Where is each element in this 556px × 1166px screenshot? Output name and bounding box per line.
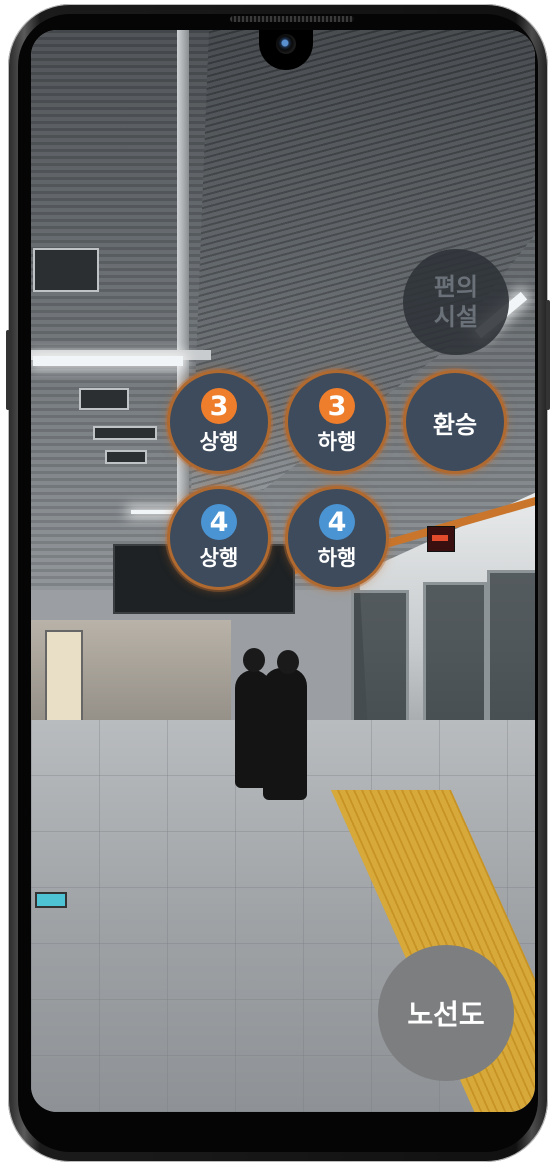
ceiling-vent (105, 450, 147, 464)
direction-label: 하행 (317, 430, 357, 454)
facilities-button[interactable]: 편의 시설 (403, 249, 509, 355)
line-3-badge-icon: 3 (319, 388, 355, 424)
ceiling-light (33, 356, 183, 366)
transfer-label: 환승 (432, 410, 478, 439)
line-3-up-button[interactable]: 3 상행 (167, 370, 271, 474)
facilities-label-line1: 편의 (433, 273, 479, 301)
transfer-button[interactable]: 환승 (403, 370, 507, 474)
ceiling-vent (79, 388, 129, 410)
ceiling-beam (177, 30, 189, 550)
ceiling-vent (33, 248, 99, 292)
camera-view-screen: 편의 시설 3 상행 3 하행 환승 4 상행 4 하행 노선도 (31, 30, 535, 1112)
floor-marker (35, 892, 67, 908)
camera-icon (276, 34, 296, 54)
poster (45, 630, 83, 726)
ceiling-vent (93, 426, 157, 440)
direction-label: 상행 (199, 546, 239, 570)
line-3-down-button[interactable]: 3 하행 (285, 370, 389, 474)
led-sign (427, 526, 455, 552)
power-button (546, 300, 550, 410)
earpiece-speaker (230, 16, 354, 22)
line-4-badge-icon: 4 (319, 504, 355, 540)
volume-button (6, 330, 10, 410)
line-4-up-button[interactable]: 4 상행 (167, 486, 271, 590)
person (263, 668, 307, 800)
line-4-badge-icon: 4 (201, 504, 237, 540)
route-map-button[interactable]: 노선도 (378, 945, 514, 1081)
direction-label: 상행 (199, 430, 239, 454)
person-head (277, 650, 299, 674)
direction-label: 하행 (317, 546, 357, 570)
line-4-down-button[interactable]: 4 하행 (285, 486, 389, 590)
line-3-badge-icon: 3 (201, 388, 237, 424)
person-head (243, 648, 265, 672)
facilities-label-line2: 시설 (433, 303, 479, 331)
